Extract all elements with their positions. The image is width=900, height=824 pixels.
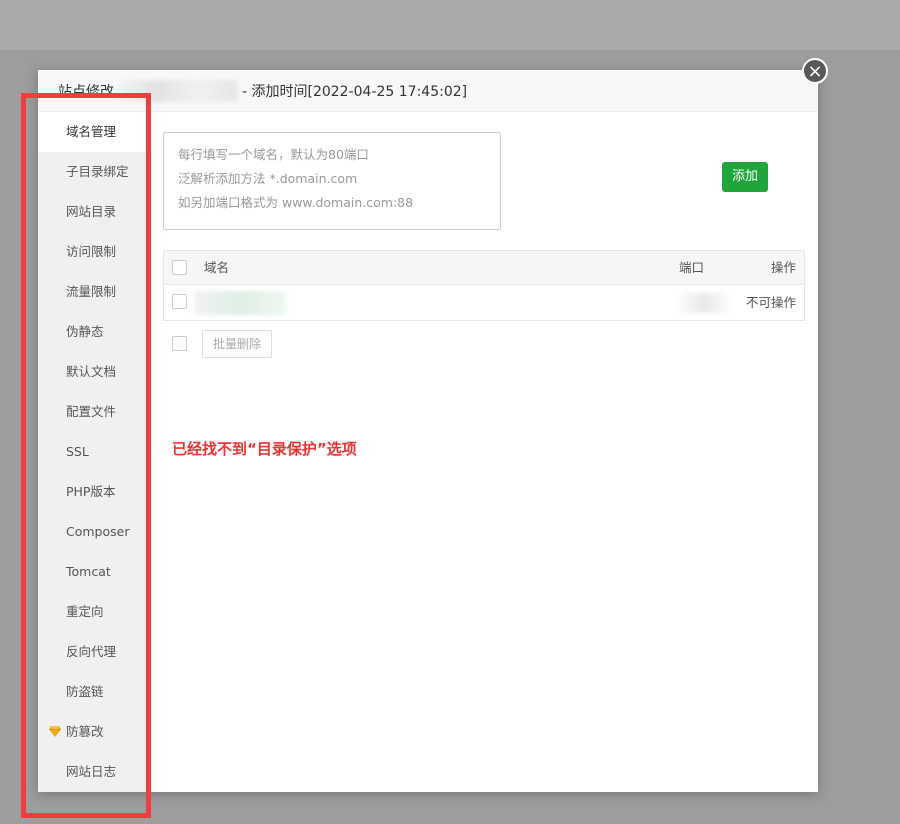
- sidebar-item-label: PHP版本: [66, 484, 116, 499]
- dialog-title-time: - 添加时间[2022-04-25 17:45:02]: [242, 83, 468, 100]
- placeholder-line: 如另加端口格式为 www.domain.com:88: [178, 195, 414, 210]
- sidebar-item-redirect[interactable]: 重定向: [38, 592, 148, 632]
- sidebar-item-hotlink-protection[interactable]: 防盗链: [38, 672, 148, 712]
- sidebar-item-label: 反向代理: [66, 644, 117, 659]
- bulk-select-checkbox[interactable]: [172, 336, 187, 351]
- site-edit-dialog: 站点修改 - 添加时间[2022-04-25 17:45:02] 域名管理 子目…: [38, 70, 818, 792]
- sidebar-item-traffic-limit[interactable]: 流量限制: [38, 272, 148, 312]
- sidebar-item-domain-management[interactable]: 域名管理: [38, 112, 148, 152]
- sidebar-item-label: 访问限制: [66, 244, 117, 259]
- sidebar-item-reverse-proxy[interactable]: 反向代理: [38, 632, 148, 672]
- table-row: 不可操作: [164, 285, 804, 320]
- sidebar-item-label: SSL: [66, 444, 89, 459]
- sidebar-item-label: 防篡改: [66, 724, 104, 739]
- sidebar-item-label: 重定向: [66, 604, 104, 619]
- domain-textarea[interactable]: 每行填写一个域名，默认为80端口 泛解析添加方法 *.domain.com 如另…: [163, 132, 501, 230]
- sidebar-item-tomcat[interactable]: Tomcat: [38, 552, 148, 592]
- sidebar-item-rewrite[interactable]: 伪静态: [38, 312, 148, 352]
- column-header-port: 端口: [679, 260, 705, 275]
- sidebar-item-composer[interactable]: Composer: [38, 512, 148, 552]
- row-checkbox[interactable]: [172, 294, 187, 309]
- annotation-text: 已经找不到“目录保护”选项: [172, 440, 357, 458]
- table-header: 域名 端口 操作: [164, 251, 804, 285]
- redacted-domain: [194, 291, 286, 315]
- row-action-text: 不可操作: [745, 295, 796, 310]
- sidebar-item-label: 配置文件: [66, 404, 117, 419]
- add-domain-button[interactable]: 添加: [722, 162, 768, 192]
- domain-table: 域名 端口 操作 不可操作: [163, 250, 805, 321]
- sidebar-item-site-log[interactable]: 网站日志: [38, 752, 148, 792]
- sidebar-item-label: 默认文档: [66, 364, 117, 379]
- sidebar-item-default-document[interactable]: 默认文档: [38, 352, 148, 392]
- bulk-delete-button[interactable]: 批量删除: [202, 330, 272, 358]
- sidebar-item-label: 子目录绑定: [66, 164, 129, 179]
- sidebar-item-label: 防盗链: [66, 684, 104, 699]
- redacted-site-name: [118, 79, 238, 102]
- sidebar-item-tamper-proof[interactable]: 防篡改: [38, 712, 148, 752]
- sidebar-item-config-file[interactable]: 配置文件: [38, 392, 148, 432]
- sidebar-item-label: Composer: [66, 524, 130, 539]
- sidebar: 域名管理 子目录绑定 网站目录 访问限制 流量限制 伪静态 默认文档 配置文件 …: [38, 112, 148, 792]
- gem-icon: [49, 726, 61, 737]
- sidebar-item-label: Tomcat: [66, 564, 111, 579]
- sidebar-item-site-directory[interactable]: 网站目录: [38, 192, 148, 232]
- sidebar-item-label: 网站日志: [66, 764, 117, 779]
- sidebar-item-subdirectory-binding[interactable]: 子目录绑定: [38, 152, 148, 192]
- sidebar-item-ssl[interactable]: SSL: [38, 432, 148, 472]
- dialog-header: 站点修改 - 添加时间[2022-04-25 17:45:02]: [38, 70, 818, 112]
- select-all-checkbox[interactable]: [172, 260, 187, 275]
- sidebar-item-php-version[interactable]: PHP版本: [38, 472, 148, 512]
- background-topbar: [0, 0, 900, 50]
- redacted-port: [676, 293, 732, 313]
- sidebar-item-label: 域名管理: [66, 124, 117, 139]
- column-header-domain: 域名: [204, 260, 230, 275]
- sidebar-item-label: 伪静态: [66, 324, 104, 339]
- sidebar-item-label: 网站目录: [66, 204, 117, 219]
- placeholder-line: 泛解析添加方法 *.domain.com: [178, 171, 358, 186]
- close-icon[interactable]: ×: [802, 58, 828, 84]
- sidebar-item-label: 流量限制: [66, 284, 117, 299]
- sidebar-item-access-restriction[interactable]: 访问限制: [38, 232, 148, 272]
- placeholder-line: 每行填写一个域名，默认为80端口: [178, 147, 369, 162]
- dialog-title-prefix: 站点修改: [58, 83, 114, 100]
- column-header-action: 操作: [770, 260, 796, 275]
